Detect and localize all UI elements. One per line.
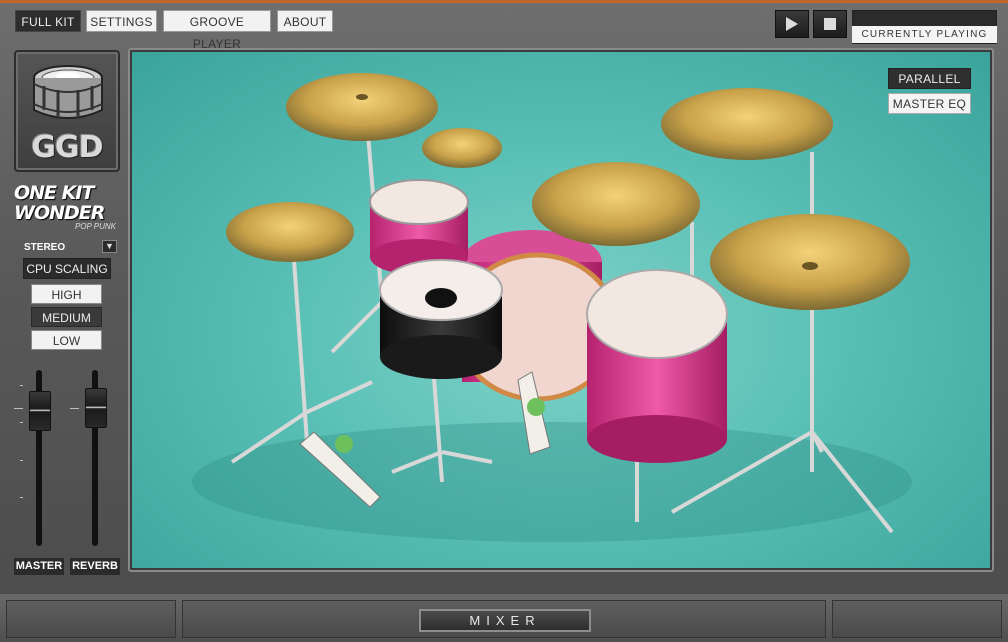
master-fader-label: MASTER bbox=[14, 558, 64, 575]
mixer-button[interactable]: MIXER bbox=[419, 609, 591, 632]
stereo-label: STEREO bbox=[24, 242, 66, 253]
bottom-panel-left bbox=[6, 600, 176, 638]
cpu-option-medium[interactable]: MEDIUM bbox=[31, 307, 102, 327]
reverb-fader-knob[interactable] bbox=[85, 388, 107, 428]
tab-full-kit[interactable]: FULL KIT bbox=[15, 10, 81, 32]
tab-settings[interactable]: SETTINGS bbox=[86, 10, 157, 32]
reverb-fader-label: REVERB bbox=[70, 558, 120, 575]
bottom-panel-right bbox=[832, 600, 1002, 638]
ggd-logo: GGD bbox=[14, 50, 120, 172]
fader-tick bbox=[20, 385, 23, 386]
cpu-option-high[interactable]: HIGH bbox=[31, 284, 102, 304]
drum-kit-illustration bbox=[192, 73, 912, 542]
fader-unity-mark bbox=[70, 408, 79, 409]
stereo-dropdown-button[interactable]: ▼ bbox=[102, 240, 117, 253]
parallel-button[interactable]: PARALLEL bbox=[888, 68, 971, 89]
master-eq-button[interactable]: MASTER EQ bbox=[888, 93, 971, 114]
stop-icon bbox=[824, 18, 836, 30]
stop-button[interactable] bbox=[813, 10, 847, 38]
fader-tick bbox=[20, 460, 23, 461]
product-subtitle: POP PUNK bbox=[74, 222, 116, 231]
fader-tick bbox=[20, 422, 23, 423]
master-fader-knob[interactable] bbox=[29, 391, 51, 431]
tab-about[interactable]: ABOUT bbox=[277, 10, 333, 32]
tab-groove-player[interactable]: GROOVE PLAYER bbox=[163, 10, 271, 51]
snare-drum-icon bbox=[33, 65, 103, 119]
logo-text: GGD bbox=[31, 130, 103, 165]
drum-kit-view bbox=[132, 52, 990, 568]
fader-tick bbox=[20, 497, 23, 498]
play-button[interactable] bbox=[775, 10, 809, 38]
cpu-scaling-button[interactable]: CPU SCALING bbox=[23, 258, 111, 279]
currently-playing-label: CURRENTLY PLAYING bbox=[852, 26, 997, 43]
fader-unity-mark bbox=[14, 408, 23, 409]
product-name: ONE KIT WONDER bbox=[14, 182, 105, 224]
cpu-option-low[interactable]: LOW bbox=[31, 330, 102, 350]
play-icon bbox=[786, 17, 798, 31]
dropdown-arrow-icon: ▼ bbox=[105, 241, 114, 251]
